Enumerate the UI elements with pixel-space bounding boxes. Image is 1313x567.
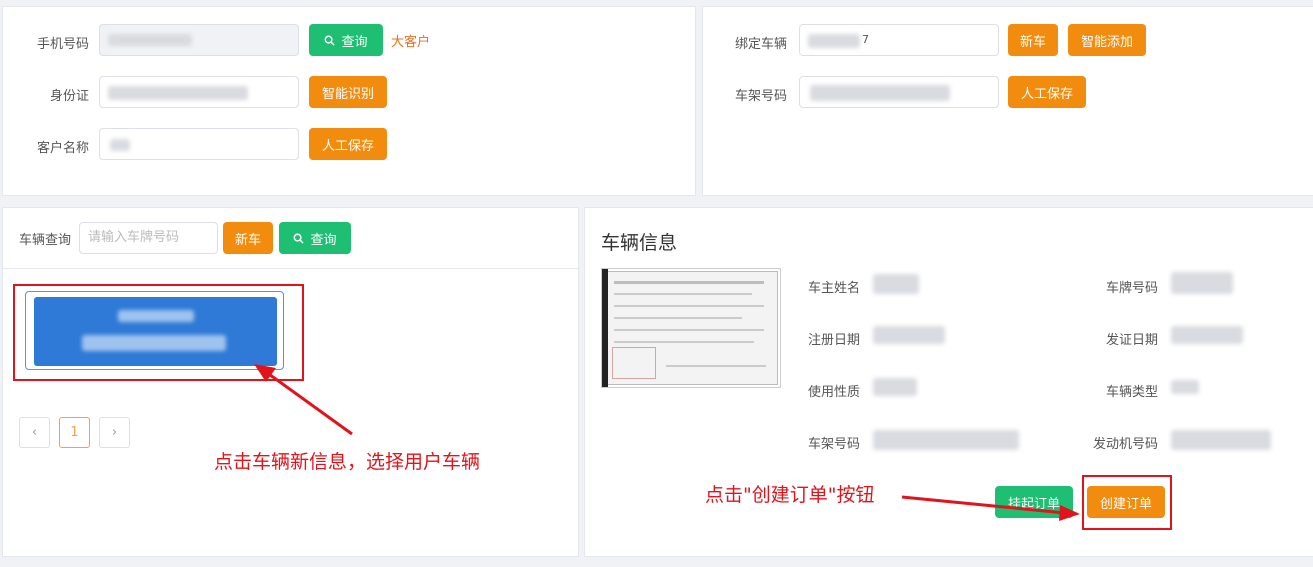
vehicle-type-redacted [1171, 380, 1199, 394]
next-page-button[interactable]: › [99, 417, 130, 448]
phone-input[interactable] [99, 24, 299, 56]
customer-panel: 手机号码 查询 大客户 身份证 智能识别 客户名称 人工保存 [2, 6, 696, 196]
customer-manual-save-button[interactable]: 人工保存 [309, 128, 387, 160]
use-nature-redacted [873, 378, 917, 396]
prev-page-button[interactable]: ‹ [19, 417, 50, 448]
vehicle-info-title: 车辆信息 [601, 232, 678, 254]
customer-name-label: 客户名称 [36, 141, 89, 156]
create-order-highlight [1082, 475, 1172, 530]
owner-name-redacted [873, 274, 919, 294]
bind-vehicle-redacted [808, 34, 860, 48]
phone-query-label: 查询 [341, 34, 368, 50]
phone-query-button[interactable]: 查询 [309, 24, 383, 56]
plate-no-redacted [1171, 272, 1233, 294]
search-new-car-button[interactable]: 新车 [223, 222, 273, 254]
suspend-order-button[interactable]: 挂起订单 [995, 486, 1073, 518]
phone-value-redacted [108, 34, 192, 46]
vehicle-type-label: 车辆类型 [1105, 385, 1158, 400]
smart-add-button[interactable]: 智能添加 [1068, 24, 1146, 56]
search-divider [3, 268, 578, 269]
vehicle-info-panel: 车辆信息 车主姓名 车牌号码 注册日期 发证日期 使用性质 车辆类型 车架号码 … [584, 207, 1313, 557]
search-icon [294, 233, 305, 244]
smart-recognize-button[interactable]: 智能识别 [309, 76, 387, 108]
phone-label: 手机号码 [36, 37, 89, 52]
id-input[interactable] [99, 76, 299, 108]
register-date-redacted [873, 326, 945, 344]
vehicle-query-label: 查询 [310, 232, 337, 248]
customer-name-input[interactable] [99, 128, 299, 160]
bind-vin-label: 车架号码 [734, 89, 787, 104]
vehicle-card-highlight [13, 284, 304, 381]
id-value-redacted [108, 86, 248, 100]
search-icon [325, 35, 336, 46]
register-date-label: 注册日期 [807, 333, 860, 348]
bind-vehicle-label: 绑定车辆 [734, 37, 787, 52]
vehicle-search-panel: 车辆查询 请输入车牌号码 新车 查询 ‹ 1 › [2, 207, 579, 557]
bind-manual-save-button[interactable]: 人工保存 [1008, 76, 1086, 108]
plate-search-placeholder: 请输入车牌号码 [88, 230, 180, 245]
big-customer-link[interactable]: 大客户 [391, 31, 430, 50]
vin-label: 车架号码 [807, 437, 860, 452]
bind-vehicle-value-suffix: 7 [862, 33, 869, 46]
bind-vehicle-input[interactable]: 7 [799, 24, 999, 56]
vehicle-search-label: 车辆查询 [19, 233, 72, 248]
select-vehicle-annotation: 点击车辆新信息，选择用户车辆 [214, 451, 481, 473]
owner-name-label: 车主姓名 [807, 281, 860, 296]
page-number-button[interactable]: 1 [59, 417, 90, 448]
vin-redacted [873, 430, 1019, 450]
plate-no-label: 车牌号码 [1105, 281, 1158, 296]
license-photo [601, 268, 781, 388]
customer-name-redacted [110, 139, 130, 151]
bind-vehicle-panel: 绑定车辆 7 新车 智能添加 车架号码 人工保存 [702, 6, 1313, 196]
id-label: 身份证 [49, 89, 89, 104]
bind-vin-input[interactable] [799, 76, 999, 108]
engine-no-redacted [1171, 430, 1271, 450]
use-nature-label: 使用性质 [807, 385, 860, 400]
issue-date-label: 发证日期 [1105, 333, 1158, 348]
bind-new-car-button[interactable]: 新车 [1008, 24, 1058, 56]
bind-vin-redacted [810, 85, 950, 101]
engine-no-label: 发动机号码 [1092, 437, 1158, 452]
create-order-annotation: 点击"创建订单"按钮 [705, 484, 875, 506]
issue-date-redacted [1171, 326, 1243, 344]
vehicle-query-button[interactable]: 查询 [279, 222, 351, 254]
plate-search-input[interactable]: 请输入车牌号码 [79, 222, 218, 254]
